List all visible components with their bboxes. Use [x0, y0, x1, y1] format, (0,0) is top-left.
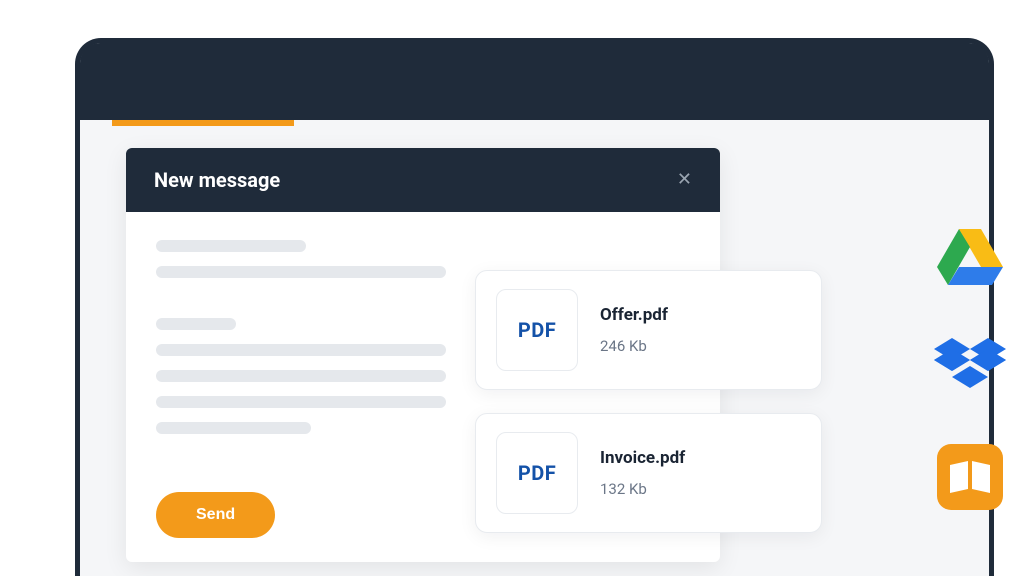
compose-title: New message	[154, 168, 280, 192]
attachment-info: Invoice.pdf 132 Kb	[600, 448, 685, 498]
attachment-size: 132 Kb	[600, 480, 685, 498]
placeholder-line	[156, 422, 311, 434]
close-icon[interactable]: ✕	[677, 171, 692, 189]
pdf-icon: PDF	[496, 432, 578, 514]
placeholder-line	[156, 240, 306, 252]
attachment-card[interactable]: PDF Invoice.pdf 132 Kb	[475, 413, 822, 533]
storage-services	[934, 225, 1006, 509]
attachment-info: Offer.pdf 246 Kb	[600, 305, 668, 355]
compose-header: New message ✕	[126, 148, 720, 212]
placeholder-line	[156, 266, 446, 278]
pdf-icon: PDF	[496, 289, 578, 371]
placeholder-line	[156, 396, 446, 408]
window-titlebar	[80, 43, 989, 120]
attachment-card[interactable]: PDF Offer.pdf 246 Kb	[475, 270, 822, 390]
attachment-name: Offer.pdf	[600, 305, 668, 325]
dropbox-icon[interactable]	[934, 335, 1006, 399]
placeholder-line	[156, 344, 446, 356]
send-button[interactable]: Send	[156, 492, 275, 538]
placeholder-line	[156, 370, 446, 382]
flipsnack-icon[interactable]	[934, 445, 1006, 509]
attachment-size: 246 Kb	[600, 337, 668, 355]
google-drive-icon[interactable]	[934, 225, 1006, 289]
app-window: New message ✕ Send PDF Offer.pdf 246 Kb …	[75, 38, 994, 576]
active-tab-indicator	[112, 120, 294, 126]
placeholder-line	[156, 318, 236, 330]
attachment-name: Invoice.pdf	[600, 448, 685, 468]
